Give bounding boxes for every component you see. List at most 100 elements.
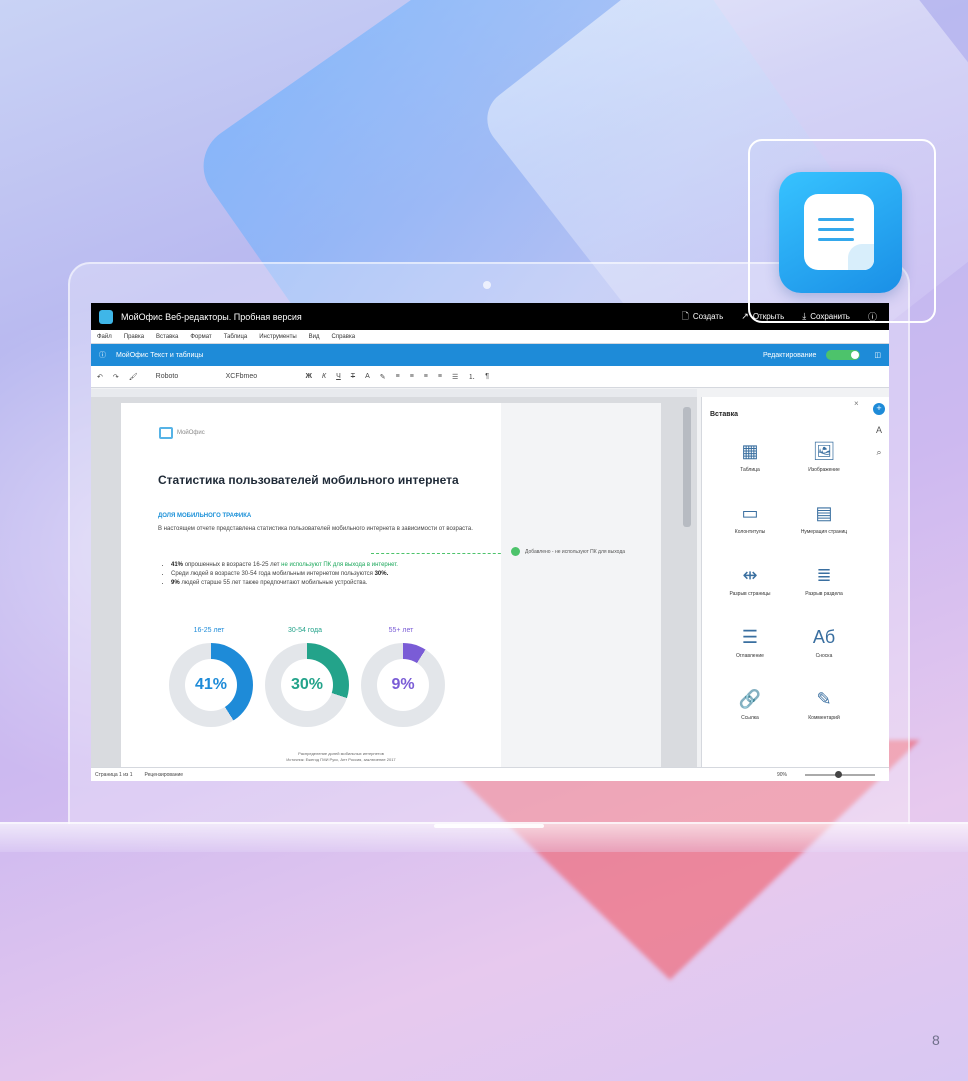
- menu-item[interactable]: Вид: [309, 334, 320, 340]
- review-status[interactable]: Рецензирование: [144, 772, 183, 778]
- sidebar-toggle-icon[interactable]: ◫: [874, 351, 881, 359]
- document-icon: 🗋: [681, 310, 689, 321]
- header-footer-icon: ▭: [741, 503, 759, 523]
- bullet-list-icon[interactable]: ☰: [452, 373, 458, 381]
- undo-icon[interactable]: ↶: [97, 373, 103, 381]
- menu-item[interactable]: Таблица: [224, 334, 248, 340]
- docbar-info-icon[interactable]: ⓘ: [99, 350, 106, 360]
- ruler[interactable]: [91, 389, 697, 397]
- right-icon-rail: + A ⌕: [869, 397, 889, 769]
- text-editor-app-icon: [779, 172, 902, 293]
- table-icon: ▦: [741, 441, 759, 461]
- zoom-value: 90%: [776, 771, 787, 778]
- pilcrow-icon[interactable]: ¶: [485, 373, 489, 380]
- format-toolbar: ↶ ↷ 🖌 Roboto XCFbmeo Ж К Ч Т A ✎ ≡ ≡ ≡ ≡…: [91, 366, 889, 388]
- donut-label-1: 16-25 лет: [193, 627, 225, 634]
- justify-icon[interactable]: ≡: [438, 373, 442, 380]
- app-title: МойОфис Веб-редакторы. Пробная версия: [121, 311, 302, 322]
- font-name-select[interactable]: Roboto: [156, 373, 216, 380]
- list-item: Среди людей в возрасте 30-54 года мобиль…: [171, 570, 501, 579]
- donut-value-2: 30%: [281, 659, 333, 711]
- app-window: МойОфис Веб-редакторы. Пробная версия 🗋 С…: [91, 303, 889, 781]
- menu-bar: Файл Правка Вставка Формат Таблица Инстр…: [91, 330, 889, 344]
- toc-icon: ☰: [741, 627, 759, 647]
- insert-item-9[interactable]: ✎ Комментарий: [792, 689, 856, 721]
- comment-pane: [501, 403, 661, 767]
- search-icon[interactable]: ⌕: [873, 447, 885, 459]
- section-break-icon: ≣: [816, 565, 832, 585]
- footnote-icon: Аб: [812, 627, 836, 647]
- donut-value-3: 9%: [377, 659, 429, 711]
- insert-item-2[interactable]: ▭ Колонтитулы: [718, 503, 782, 535]
- app-icon: [99, 309, 113, 324]
- list-item: 9% людей старше 55 лет также предпочитаю…: [171, 579, 501, 588]
- insert-item-label: Нумерация страниц: [800, 529, 848, 535]
- menu-item[interactable]: Правка: [124, 334, 144, 340]
- document-bar: ⓘ МойОфис Текст и таблицы Редактирование…: [91, 344, 889, 366]
- chart-caption: Распределение долей мобильных интернетов…: [286, 751, 396, 762]
- image-icon: 🖼: [812, 441, 836, 461]
- font-size-select[interactable]: XCFbmeo: [226, 373, 296, 380]
- close-icon[interactable]: ×: [854, 399, 859, 408]
- font-color-icon[interactable]: A: [365, 373, 370, 380]
- insert-item-6[interactable]: ☰ Оглавление: [718, 627, 782, 659]
- insert-item-label: Разрыв страницы: [729, 591, 771, 597]
- document-name: МойОфис Текст и таблицы: [116, 351, 204, 359]
- zoom-knob[interactable]: [835, 770, 842, 778]
- insert-item-4[interactable]: ⇹ Разрыв страницы: [718, 565, 782, 597]
- highlight-icon[interactable]: ✎: [380, 373, 386, 381]
- align-left-icon[interactable]: ≡: [396, 373, 400, 380]
- page-numbering-icon: ▤: [815, 503, 833, 523]
- edit-toggle[interactable]: [826, 350, 861, 360]
- insert-panel-icon[interactable]: +: [873, 403, 885, 415]
- insert-item-label: Колонтитулы: [734, 529, 766, 535]
- zoom-control[interactable]: 90%: [776, 770, 875, 778]
- menu-item[interactable]: Справка: [332, 334, 356, 340]
- create-button[interactable]: 🗋 Создать: [682, 309, 724, 325]
- comment-avatar: [511, 547, 520, 556]
- comment-connector: [371, 553, 511, 554]
- insert-item-label: Изображение: [808, 467, 840, 473]
- page-break-icon: ⇹: [742, 565, 758, 585]
- comment-bubble[interactable]: Добавлено - не используют ПК для выхода: [511, 547, 625, 556]
- intro-paragraph: В настоящем отчете представлена статисти…: [158, 526, 473, 532]
- italic-icon[interactable]: К: [322, 373, 326, 380]
- insert-item-3[interactable]: ▤ Нумерация страниц: [792, 503, 856, 535]
- format-painter-icon[interactable]: 🖌: [129, 373, 138, 381]
- menu-item[interactable]: Инструменты: [259, 334, 296, 340]
- insert-item-1[interactable]: 🖼 Изображение: [792, 441, 856, 473]
- insert-item-label: Таблица: [740, 467, 760, 473]
- align-center-icon[interactable]: ≡: [410, 373, 414, 380]
- insert-panel: Вставка × ▦ Таблица 🖼 Изображение ▭ Колонтиту…: [701, 397, 869, 769]
- donut-chart-2: 30%: [265, 643, 349, 727]
- insert-item-8[interactable]: 🔗 Ссылка: [718, 689, 782, 721]
- comment-icon: ✎: [816, 689, 832, 709]
- underline-icon[interactable]: Ч: [336, 373, 341, 380]
- link-icon: 🔗: [738, 689, 762, 709]
- donut-label-2: 30-54 года: [288, 627, 322, 634]
- insert-item-5[interactable]: ≣ Разрыв раздела: [792, 565, 856, 597]
- document-page[interactable]: МойОфис Статистика пользователей мобильн…: [121, 403, 501, 781]
- insert-item-label: Ссылка: [741, 715, 759, 721]
- insert-item-0[interactable]: ▦ Таблица: [718, 441, 782, 473]
- insert-item-label: Комментарий: [808, 715, 840, 721]
- format-panel-icon[interactable]: A: [873, 425, 885, 437]
- align-right-icon[interactable]: ≡: [424, 373, 428, 380]
- status-bar: Страница 1 из 1 Рецензирование 90%: [91, 767, 889, 781]
- redo-icon[interactable]: ↷: [113, 373, 119, 381]
- insert-item-7[interactable]: Аб Сноска: [792, 627, 856, 659]
- document-logo: МойОфис: [159, 427, 205, 439]
- menu-item[interactable]: Файл: [97, 334, 112, 340]
- bold-icon[interactable]: Ж: [306, 373, 312, 380]
- menu-item[interactable]: Формат: [190, 334, 211, 340]
- insert-item-label: Сноска: [815, 653, 833, 659]
- zoom-slider[interactable]: [805, 770, 875, 778]
- donut-value-1: 41%: [185, 659, 237, 711]
- strikethrough-icon[interactable]: Т: [351, 373, 355, 380]
- numbered-list-icon[interactable]: ⒈: [468, 372, 475, 382]
- laptop-hinge: [434, 824, 544, 828]
- vertical-scrollbar[interactable]: [683, 407, 691, 527]
- insert-item-label: Разрыв раздела: [805, 591, 843, 597]
- mode-dropdown[interactable]: Редактирование: [763, 352, 816, 359]
- menu-item[interactable]: Вставка: [156, 334, 178, 340]
